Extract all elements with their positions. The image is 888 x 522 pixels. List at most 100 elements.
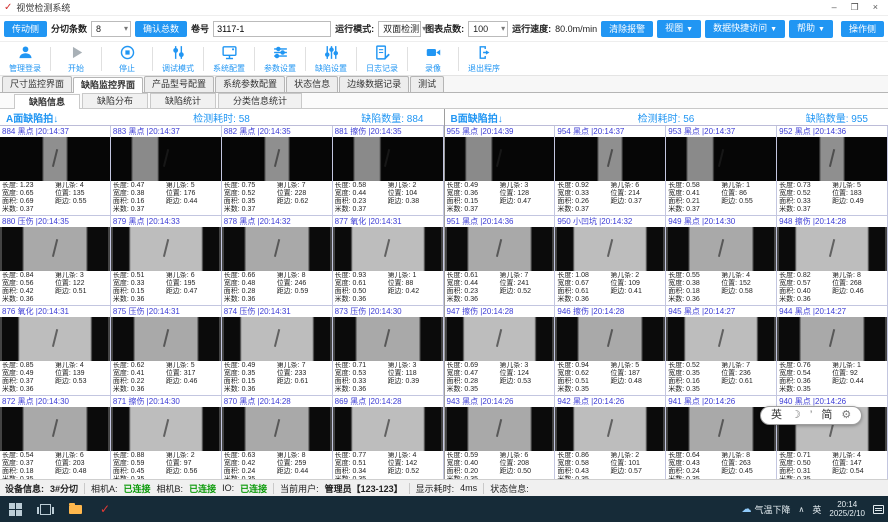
main-tab-0[interactable]: 尺寸监控界面	[2, 76, 72, 92]
ime-settings-icon[interactable]: ⚙	[841, 407, 851, 424]
defect-cell[interactable]: 941 黑点 |20:14:26长度: 0.64宽度: 0.43面积: 0.24…	[666, 396, 777, 479]
defect-info-right: 第几条: 3位置: 122距边: 0.51	[55, 272, 108, 305]
defect-cell[interactable]: 884 黑点 |20:14:37长度: 1.23宽度: 0.65面积: 0.69…	[0, 126, 111, 216]
clear-alarm-button[interactable]: 清除报警	[601, 21, 653, 37]
defect-cell[interactable]: 876 氧化 |20:14:31长度: 0.85宽度: 0.49面积: 0.37…	[0, 306, 111, 396]
maximize-button[interactable]: ❐	[851, 2, 859, 13]
main-tab-6[interactable]: 测试	[410, 76, 444, 92]
defect-cell[interactable]: 946 擦伤 |20:14:28长度: 0.94宽度: 0.62面积: 0.51…	[555, 306, 666, 396]
detection-app-taskbar-button[interactable]: ✓	[90, 496, 120, 522]
defect-cell[interactable]: 954 黑点 |20:14:37长度: 0.92宽度: 0.33面积: 0.26…	[555, 126, 666, 216]
defect-field: 第几条: 3	[499, 362, 552, 370]
defect-cell[interactable]: 951 黑点 |20:14:36长度: 0.61宽度: 0.44面积: 0.23…	[445, 216, 556, 306]
defect-cell[interactable]: 948 擦伤 |20:14:28长度: 0.82宽度: 0.57面积: 0.40…	[777, 216, 888, 306]
defect-field: 距边: 0.59	[277, 288, 330, 296]
taskbar-clock[interactable]: 20:14 2025/2/10	[829, 500, 865, 518]
defect-cell[interactable]: 952 黑点 |20:14:36长度: 0.73宽度: 0.52面积: 0.33…	[777, 126, 888, 216]
defect-cell[interactable]: 878 黑点 |20:14:32长度: 0.66宽度: 0.48面积: 0.28…	[222, 216, 333, 306]
ribbon-debug-button[interactable]: 调试模式	[155, 44, 201, 74]
ime-lang-en[interactable]: 英	[771, 407, 782, 424]
main-tab-1[interactable]: 缺陷监控界面	[73, 77, 143, 93]
operate-side-button[interactable]: 操作侧	[841, 21, 884, 37]
main-tab-5[interactable]: 边缘数据记录	[339, 76, 409, 92]
defect-cell[interactable]: 942 黑点 |20:14:26长度: 0.86宽度: 0.58面积: 0.43…	[555, 396, 666, 479]
defect-field-value: 0.20	[462, 468, 478, 475]
defect-cell[interactable]: 875 压伤 |20:14:31长度: 0.62宽度: 0.41面积: 0.22…	[111, 306, 222, 396]
defect-cell[interactable]: 873 压伤 |20:14:30长度: 0.71宽度: 0.53面积: 0.33…	[333, 306, 444, 396]
ime-night-icon[interactable]: ☽	[791, 407, 801, 424]
ribbon-monitor-button[interactable]: 系统配置	[206, 44, 252, 74]
defect-cell[interactable]: 872 黑点 |20:14:30长度: 0.54宽度: 0.37面积: 0.18…	[0, 396, 111, 479]
defect-cell[interactable]: 949 黑点 |20:14:30长度: 0.55宽度: 0.38面积: 0.18…	[666, 216, 777, 306]
drive-side-button[interactable]: 传动侧	[4, 21, 47, 37]
defect-cell[interactable]: 883 黑点 |20:14:37长度: 0.47宽度: 0.38面积: 0.16…	[111, 126, 222, 216]
defect-field: 宽度: 0.33	[113, 280, 166, 288]
ribbon-camera-button[interactable]: 录像	[410, 44, 456, 74]
task-view-button[interactable]	[30, 496, 60, 522]
ribbon-exit-button[interactable]: 退出程序	[461, 44, 507, 74]
defect-cell[interactable]: 870 黑点 |20:14:28长度: 0.63宽度: 0.42面积: 0.24…	[222, 396, 333, 479]
file-explorer-button[interactable]	[60, 496, 90, 522]
notification-center-icon[interactable]	[873, 505, 884, 514]
split-count-select[interactable]: 8	[91, 21, 131, 37]
help-menu-button[interactable]: 帮助	[789, 20, 833, 38]
chart-points-select[interactable]: 100	[468, 21, 508, 37]
tray-expand-chevron-icon[interactable]: ∧	[799, 505, 805, 514]
defect-field-label: 距边:	[55, 198, 71, 205]
defect-image	[333, 407, 443, 451]
minimize-button[interactable]: –	[832, 2, 837, 13]
defect-field: 长度: 0.77	[335, 452, 388, 460]
defect-cell[interactable]: 943 黑点 |20:14:26长度: 0.59宽度: 0.40面积: 0.20…	[445, 396, 556, 479]
defect-field-label: 长度:	[224, 362, 240, 369]
defect-cell[interactable]: 882 黑点 |20:14:35长度: 0.75宽度: 0.52面积: 0.35…	[222, 126, 333, 216]
defect-cell[interactable]: 950 小凹坑 |20:14:32长度: 1.08宽度: 0.67面积: 0.6…	[555, 216, 666, 306]
exit-icon	[476, 44, 493, 62]
sub-tab-1[interactable]: 缺陷分布	[82, 93, 148, 108]
ribbon-item-label: 参数设置	[264, 63, 296, 74]
defect-cell-header: 946 擦伤 |20:14:28	[555, 306, 665, 317]
ime-punct-icon[interactable]: ’	[810, 407, 812, 424]
data-quick-access-menu-button[interactable]: 数据快捷访问	[705, 20, 785, 38]
defect-cell[interactable]: 879 黑点 |20:14:33长度: 0.51宽度: 0.33面积: 0.15…	[111, 216, 222, 306]
main-tab-2[interactable]: 产品型号配置	[144, 76, 214, 92]
defect-cell[interactable]: 947 擦伤 |20:14:28长度: 0.69宽度: 0.47面积: 0.28…	[445, 306, 556, 396]
defect-cell[interactable]: 869 黑点 |20:14:28长度: 0.77宽度: 0.51面积: 0.34…	[333, 396, 444, 479]
close-button[interactable]: ×	[873, 2, 878, 13]
sub-tab-2[interactable]: 缺陷统计	[150, 93, 216, 108]
defect-cell[interactable]: 880 压伤 |20:14:35长度: 0.84宽度: 0.56面积: 0.42…	[0, 216, 111, 306]
main-tab-3[interactable]: 系统参数配置	[215, 76, 285, 92]
defect-cell[interactable]: 955 黑点 |20:14:39长度: 0.49宽度: 0.36面积: 0.15…	[445, 126, 556, 216]
defect-cell[interactable]: 881 擦伤 |20:14:35长度: 0.58宽度: 0.44面积: 0.23…	[333, 126, 444, 216]
defect-mark-icon	[162, 239, 168, 257]
defect-field-label: 宽度:	[779, 280, 795, 287]
roll-number-input[interactable]	[213, 21, 331, 37]
defect-cell[interactable]: 945 黑点 |20:14:27长度: 0.52宽度: 0.35面积: 0.16…	[666, 306, 777, 396]
ribbon-log-button[interactable]: 日志记录	[359, 44, 405, 74]
ime-simplified[interactable]: 简	[821, 407, 832, 424]
sub-tab-0[interactable]: 缺陷信息	[14, 94, 80, 109]
confirm-total-button[interactable]: 确认总数	[135, 21, 187, 37]
defect-cell[interactable]: 953 黑点 |20:14:37长度: 0.58宽度: 0.41面积: 0.21…	[666, 126, 777, 216]
weather-widget[interactable]: ☁ 气温下降	[742, 503, 791, 516]
ribbon-play-button[interactable]: 开始	[53, 44, 99, 74]
defect-cell[interactable]: 877 氧化 |20:14:31长度: 0.93宽度: 0.61面积: 0.50…	[333, 216, 444, 306]
run-mode-select[interactable]: 双面检测	[378, 21, 421, 37]
ribbon-params-button[interactable]: 参数设置	[257, 44, 303, 74]
defect-cell[interactable]: 871 擦伤 |20:14:30长度: 0.88宽度: 0.59面积: 0.45…	[111, 396, 222, 479]
defect-cell[interactable]: 944 黑点 |20:14:27长度: 0.76宽度: 0.54面积: 0.36…	[777, 306, 888, 396]
defect-field-label: 宽度:	[335, 280, 351, 287]
taskbar-language-indicator[interactable]: 英	[812, 503, 821, 516]
defect-field: 宽度: 0.38	[668, 280, 721, 288]
defect-info-right: 第几条: 5位置: 187距边: 0.48	[610, 362, 663, 395]
defect-field-label: 距边:	[388, 378, 404, 385]
view-menu-button[interactable]: 视图	[657, 20, 701, 38]
ribbon-user-button[interactable]: 管理登录	[2, 44, 48, 74]
ribbon-defect-button[interactable]: 缺陷设置	[308, 44, 354, 74]
defect-cell-header: 954 黑点 |20:14:37	[555, 126, 665, 137]
defect-cell[interactable]: 874 压伤 |20:14:31长度: 0.49宽度: 0.35面积: 0.15…	[222, 306, 333, 396]
start-button[interactable]	[0, 496, 30, 522]
main-tab-4[interactable]: 状态信息	[286, 76, 338, 92]
sub-tab-3[interactable]: 分类信息统计	[218, 93, 302, 108]
ribbon-stop-button[interactable]: 停止	[104, 44, 150, 74]
ribbon-separator	[254, 47, 255, 71]
